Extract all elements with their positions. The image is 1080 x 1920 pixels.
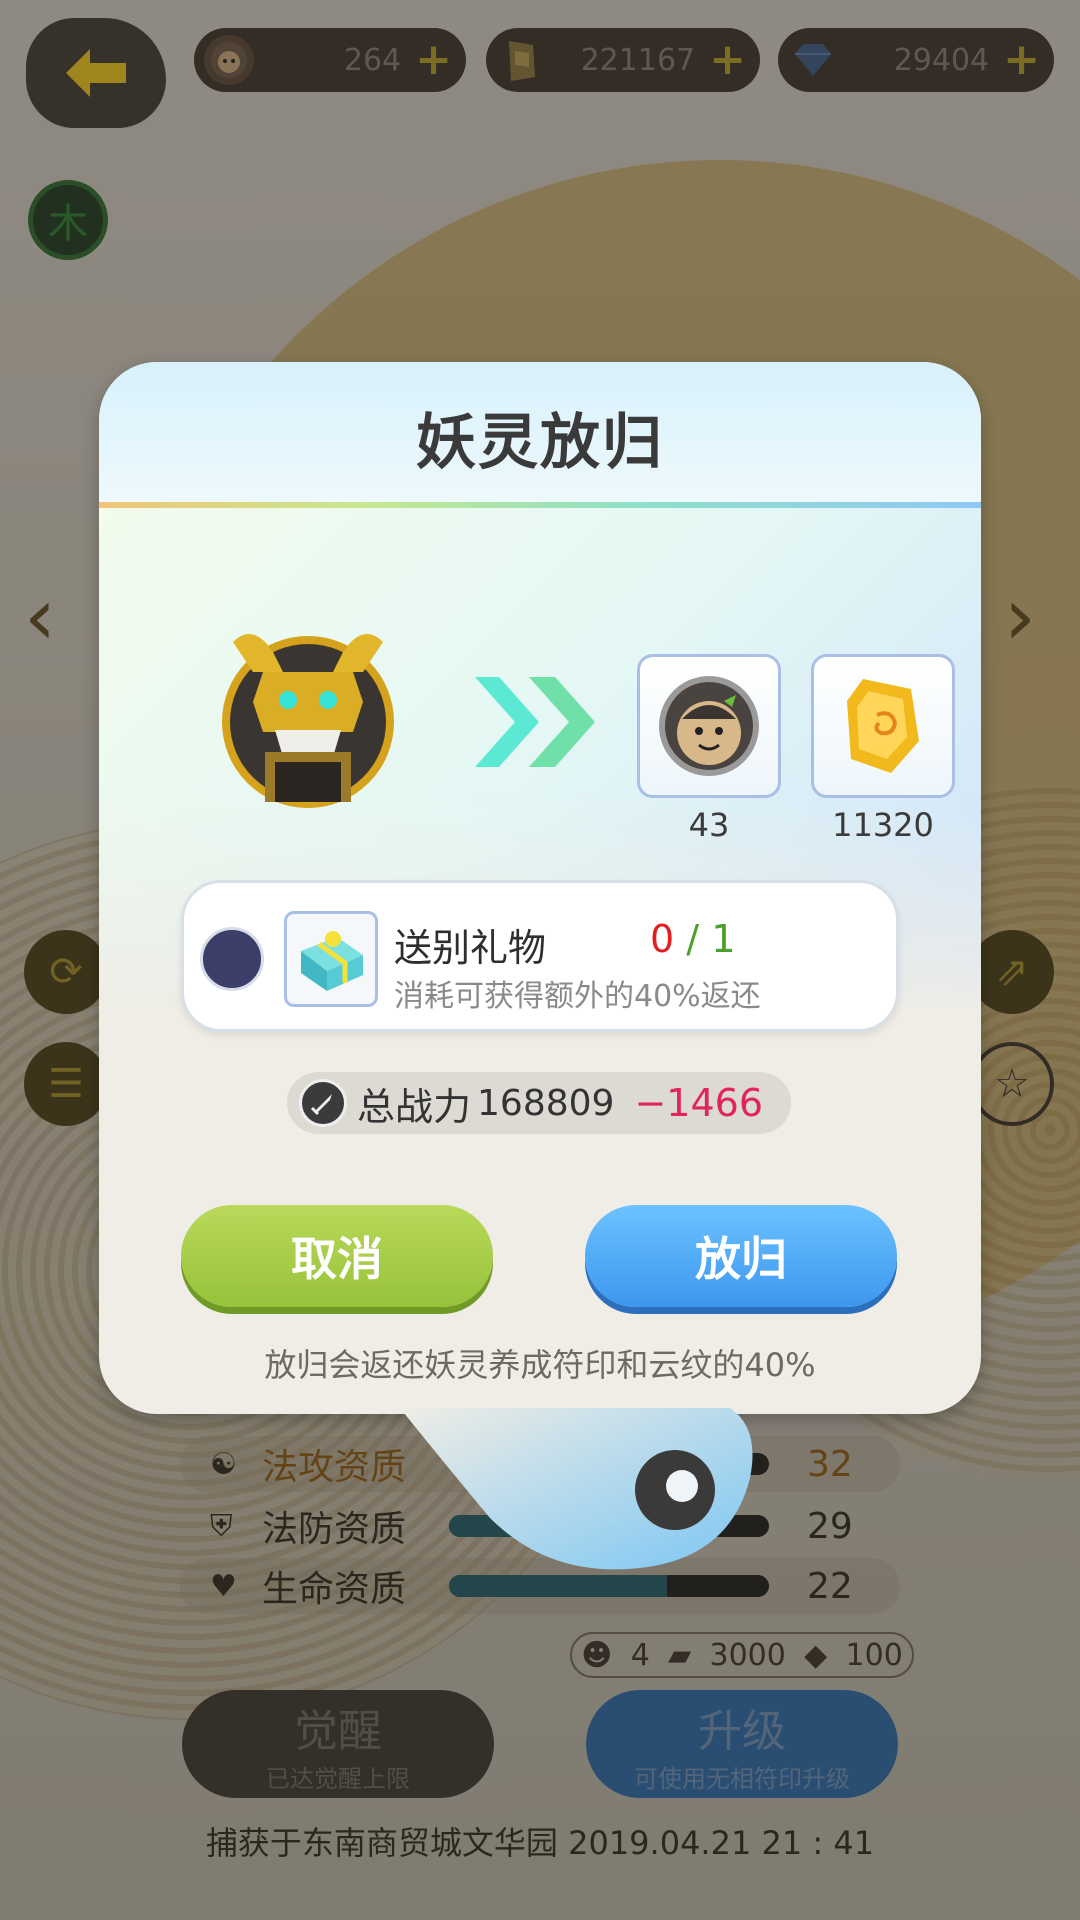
gift-box-icon — [284, 911, 378, 1007]
release-note: 放归会返还妖灵养成符印和云纹的40% — [264, 1346, 816, 1384]
release-dialog: 妖灵放归 43 11320 送别礼物 0 / 1 消耗可获得额外的40%返还 总… — [99, 362, 981, 1414]
pet-portrait — [222, 634, 394, 808]
total-power: 总战力 168809 −1466 — [287, 1072, 791, 1134]
gift-count: 0 / 1 — [650, 917, 735, 961]
gift-max: 1 — [711, 917, 736, 961]
farewell-gift-option[interactable]: 送别礼物 0 / 1 消耗可获得额外的40%返还 — [181, 880, 899, 1032]
power-value: 168809 — [477, 1082, 615, 1124]
power-delta: −1466 — [634, 1081, 763, 1125]
cancel-button[interactable]: 取消 — [181, 1205, 493, 1307]
gift-name: 送别礼物 — [394, 926, 547, 970]
power-label: 总战力 — [357, 1084, 472, 1129]
spirit-coin-icon — [659, 676, 759, 776]
reward-count: 43 — [688, 806, 730, 844]
reward-card — [811, 654, 955, 798]
sword-icon — [299, 1079, 347, 1127]
dialog-title: 妖灵放归 — [416, 408, 664, 478]
talisman-icon — [847, 679, 919, 773]
double-chevron-arrow-icon — [475, 677, 595, 767]
reward-count: 11320 — [832, 806, 934, 844]
gift-select-radio[interactable] — [200, 927, 264, 991]
gift-separator: / — [686, 917, 700, 961]
reward-card — [637, 654, 781, 798]
release-button[interactable]: 放归 — [585, 1205, 897, 1307]
gift-current: 0 — [650, 917, 675, 961]
gift-description: 消耗可获得额外的40%返还 — [394, 979, 761, 1014]
dialog-tail-swirl — [400, 1408, 753, 1570]
